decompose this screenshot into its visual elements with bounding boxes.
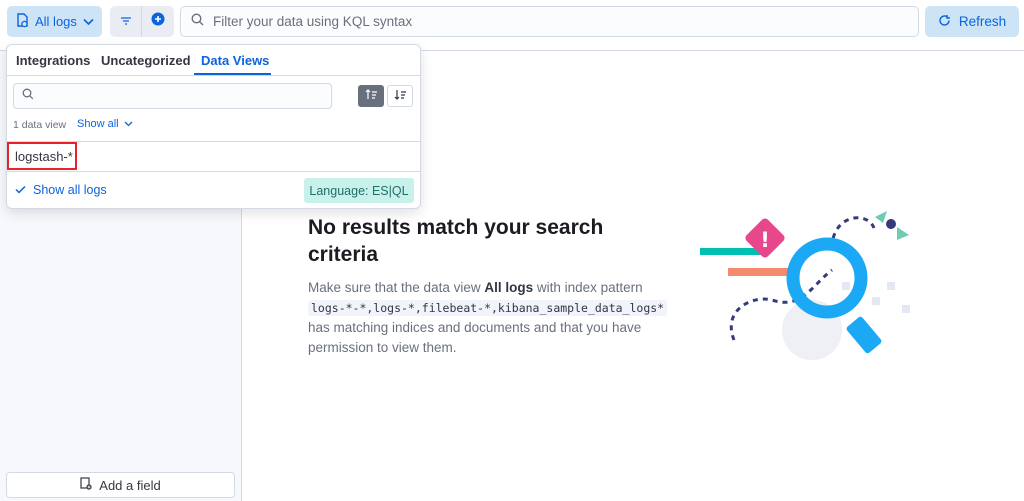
- plus-circle-icon: [151, 12, 165, 31]
- language-esql-button[interactable]: Language: ES|QL: [304, 178, 414, 203]
- empty-state-title: No results match your search criteria: [308, 216, 604, 266]
- data-view-search-input[interactable]: [13, 83, 332, 109]
- empty-state-text: with index pattern: [533, 280, 643, 295]
- show-all-logs-option[interactable]: Show all logs: [15, 183, 107, 197]
- query-bar: All logs Filter your data using KQL synt…: [0, 0, 1024, 44]
- empty-state-text: has matching indices and documents and t…: [308, 320, 642, 355]
- refresh-label: Refresh: [958, 14, 1007, 29]
- index-pattern-code: logs-*-*,logs-*,filebeat-*,kibana_sample…: [308, 300, 668, 316]
- empty-state-text: Make sure that the data view: [308, 280, 485, 295]
- check-icon: [15, 183, 26, 197]
- data-view-icon: [16, 12, 29, 31]
- refresh-icon: [938, 14, 951, 30]
- empty-state-data-view-name: All logs: [484, 280, 534, 295]
- sort-ascending-button[interactable]: [358, 85, 384, 107]
- show-all-logs-label: Show all logs: [33, 183, 107, 197]
- tab-integrations[interactable]: Integrations: [16, 53, 90, 68]
- svg-text:!: !: [760, 228, 770, 252]
- search-placeholder: Filter your data using KQL syntax: [213, 14, 413, 29]
- sort-descending-icon: [394, 87, 407, 105]
- data-view-popover: Integrations Uncategorized Data Views 1 …: [6, 44, 421, 209]
- chevron-down-icon: [124, 118, 133, 130]
- add-field-button[interactable]: Add a field: [6, 472, 235, 498]
- sort-ascending-icon: [365, 87, 378, 105]
- filter-icon: [120, 13, 132, 31]
- data-view-count: 1 data view: [13, 119, 67, 131]
- sort-descending-button[interactable]: [387, 85, 413, 107]
- add-field-icon: [80, 477, 92, 493]
- no-results-illustration: !: [692, 200, 932, 360]
- search-icon: [191, 12, 204, 31]
- tab-data-views[interactable]: Data Views: [201, 53, 269, 68]
- popover-tabs: Integrations Uncategorized Data Views: [7, 45, 420, 76]
- add-field-label: Add a field: [99, 477, 161, 493]
- empty-state-body: Make sure that the data view All logs wi…: [308, 278, 678, 358]
- chevron-down-icon: [83, 14, 94, 29]
- filter-menu-button[interactable]: [110, 6, 141, 37]
- data-view-item-logstash[interactable]: logstash-*: [7, 142, 77, 170]
- show-all-label: Show all: [77, 118, 119, 130]
- kql-search-input[interactable]: Filter your data using KQL syntax: [180, 6, 919, 37]
- divider: [7, 171, 420, 172]
- data-view-picker-button[interactable]: All logs: [7, 6, 102, 37]
- search-icon: [22, 87, 34, 105]
- active-tab-indicator: [194, 73, 271, 75]
- show-all-filter-button[interactable]: Show all: [77, 118, 133, 130]
- tab-uncategorized[interactable]: Uncategorized: [101, 53, 191, 68]
- add-filter-button[interactable]: [142, 6, 174, 37]
- filter-button-group: [110, 6, 174, 37]
- refresh-button[interactable]: Refresh: [925, 6, 1019, 37]
- data-view-picker-label: All logs: [35, 14, 77, 29]
